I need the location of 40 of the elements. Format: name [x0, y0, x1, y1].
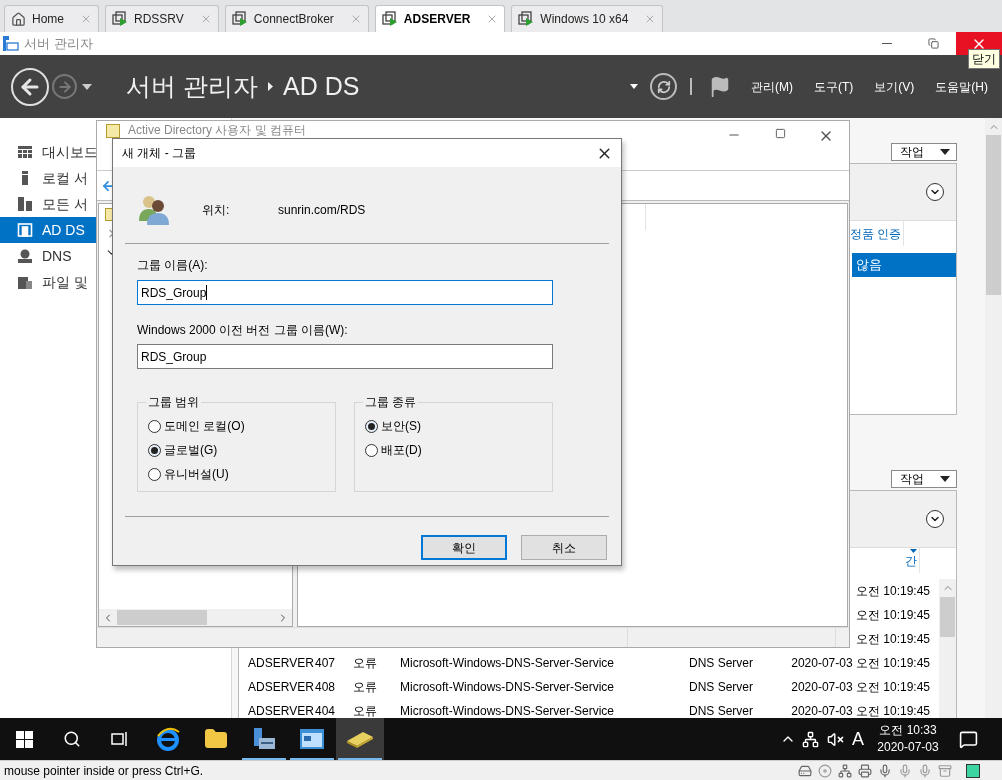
- table-cell-text: 오류: [353, 703, 378, 718]
- table-cell-text: 오류: [353, 655, 378, 672]
- breadcrumb-title: 서버 관리자: [126, 70, 258, 102]
- table-cell-text: Microsoft-Windows-DNS-Server-Service: [400, 679, 616, 696]
- table-cell-text: 오류: [353, 679, 378, 696]
- radio-label: 보안(S): [381, 418, 421, 435]
- table-cell-text: 오전 10:19:45: [855, 631, 930, 648]
- radio-label: 도메인 로컬(O): [164, 418, 245, 435]
- table-cell-text: 2020-07-03 오전 10:19:45: [791, 703, 930, 718]
- radio-label: 유니버설(U): [164, 466, 229, 483]
- table-cell-text: 404: [315, 703, 337, 718]
- table-cell-text: 2020-07-03 오전 10:19:45: [791, 679, 930, 696]
- location-value: sunrin.com/RDS: [278, 202, 366, 219]
- location-label: 위치:: [202, 202, 231, 219]
- window-title: 서버 관리자: [24, 34, 93, 53]
- table-cell-text: 않음: [856, 256, 882, 275]
- table-cell-text: 408: [315, 679, 337, 696]
- radio-label: 글로벌(G): [164, 442, 218, 459]
- dialog-title: 새 개체 - 그룹: [122, 145, 196, 162]
- table-cell-text: DNS Server: [689, 679, 754, 696]
- status-text: mouse pointer inside or press Ctrl+G.: [4, 762, 204, 780]
- table-cell-text: 407: [315, 655, 337, 672]
- table-cell-text: ADSERVER: [247, 655, 315, 672]
- table-cell-text: ADSERVER: [247, 703, 315, 718]
- tooltip: 닫기: [968, 49, 1000, 69]
- table-cell-text: Microsoft-Windows-DNS-Server-Service: [400, 703, 616, 718]
- table-cell-text: Microsoft-Windows-DNS-Server-Service: [400, 655, 616, 672]
- field-label: Windows 2000 이전 버전 그룹 이름(W):: [137, 322, 349, 339]
- radio-label: 배포(D): [381, 442, 422, 459]
- field-label: 그룹 이름(A):: [137, 257, 209, 274]
- group-title: 그룹 종류: [365, 395, 417, 409]
- table-cell-text: DNS Server: [689, 655, 754, 672]
- table-cell-text: 오전 10:19:45: [855, 607, 930, 624]
- table-cell-text: 2020-07-03 오전 10:19:45: [791, 655, 930, 672]
- breadcrumb-current: AD DS: [282, 70, 360, 102]
- table-cell-text: DNS Server: [689, 703, 754, 718]
- table-cell-text: ADSERVER: [247, 679, 315, 696]
- table-cell-text: 오전 10:19:45: [855, 583, 930, 600]
- group-title: 그룹 범위: [148, 395, 200, 409]
- window-title: Active Directory 사용자 및 컴퓨터: [128, 124, 307, 137]
